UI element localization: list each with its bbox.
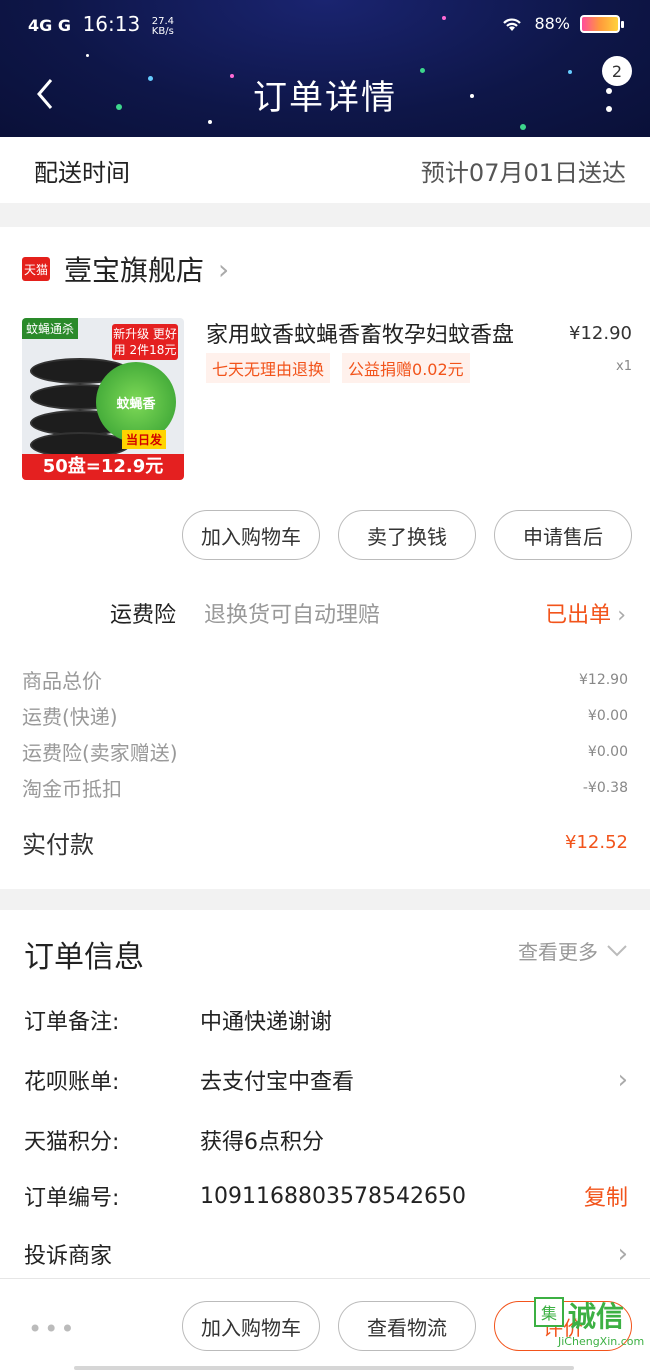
insurance-label: 运费险 bbox=[110, 603, 177, 628]
info-label: 天猫积分: bbox=[24, 1130, 120, 1155]
info-label: 订单编号: bbox=[24, 1186, 120, 1211]
status-bar-left: 4G G 16:13 27.4 KB/s bbox=[28, 12, 174, 37]
product-image-label: 蚊蝇通杀 bbox=[22, 318, 79, 339]
return-policy-tag: 七天无理由退换 bbox=[206, 353, 331, 383]
resell-button[interactable]: 卖了换钱 bbox=[338, 510, 476, 560]
delivery-time-row: 配送时间 预计07月01日送达 bbox=[0, 137, 650, 203]
huabei-bill-row[interactable]: 花呗账单: 去支付宝中查看 › bbox=[24, 1060, 628, 1100]
insurance-status-text: 已出单 bbox=[545, 603, 612, 628]
copy-button[interactable]: 复制 bbox=[584, 1180, 628, 1212]
cost-value: ¥12.90 bbox=[579, 671, 628, 688]
order-info-section: 订单信息 查看更多 订单备注: 中通快递谢谢 花呗账单: 去支付宝中查看 › 天… bbox=[0, 910, 650, 1278]
order-number: 1091168803578542650 bbox=[200, 1183, 466, 1209]
charity-tag: 公益捐赠0.02元 bbox=[342, 353, 470, 383]
home-indicator bbox=[74, 1366, 574, 1370]
complain-seller-row[interactable]: 投诉商家 › bbox=[24, 1234, 628, 1274]
info-label: 花呗账单: bbox=[24, 1070, 120, 1095]
cost-row-insurance: 运费险(卖家赠送) ¥0.00 bbox=[22, 737, 628, 766]
watermark-text: 诚信 bbox=[568, 1300, 625, 1333]
shipping-insurance-row[interactable]: 运费险 退换货可自动理赔 已出单 › bbox=[0, 597, 650, 633]
total-label: 实付款 bbox=[22, 831, 94, 859]
carrier-indicator: G bbox=[57, 16, 71, 35]
cost-value: ¥0.00 bbox=[587, 743, 628, 760]
cost-label: 运费险(卖家赠送) bbox=[22, 741, 178, 765]
status-bar-right: 88% bbox=[500, 14, 624, 33]
order-note-row: 订单备注: 中通快递谢谢 bbox=[24, 1000, 628, 1040]
info-label: 投诉商家 bbox=[24, 1244, 113, 1269]
chevron-right-icon: › bbox=[617, 1065, 628, 1095]
page-title: 订单详情 bbox=[253, 78, 397, 118]
product-quantity: x1 bbox=[616, 359, 632, 374]
star-decoration bbox=[520, 124, 526, 130]
star-decoration bbox=[442, 16, 446, 20]
cost-value: -¥0.38 bbox=[582, 779, 628, 796]
cost-label: 运费(快递) bbox=[22, 705, 118, 729]
network-indicator: 4G bbox=[28, 16, 53, 35]
info-value: 获得6点积分 bbox=[200, 1130, 324, 1155]
delivery-label: 配送时间 bbox=[34, 158, 130, 187]
more-menu-button[interactable] bbox=[604, 88, 614, 112]
cost-label: 商品总价 bbox=[22, 669, 102, 693]
tmall-points-row: 天猫积分: 获得6点积分 bbox=[24, 1120, 628, 1160]
notification-badge[interactable]: 2 bbox=[602, 56, 632, 86]
tmall-logo: 天猫 bbox=[22, 257, 50, 281]
dot-icon bbox=[606, 88, 612, 94]
net-speed: 27.4 KB/s bbox=[151, 16, 174, 37]
view-more-button[interactable]: 查看更多 bbox=[518, 936, 628, 965]
order-card: 天猫 壹宝旗舰店 › 蚊蝇通杀 新升级 更好用 2件18元 蚊蝇香 当日发 50… bbox=[0, 227, 650, 889]
cost-label: 淘金币抵扣 bbox=[22, 777, 122, 801]
watermark-logo: 集 bbox=[534, 1297, 564, 1327]
watermark: 集 诚信 JiChengXin.com bbox=[534, 1295, 645, 1355]
product-image-banner: 50盘=12.9元 bbox=[22, 454, 184, 480]
order-number-row: 订单编号: 1091168803578542650 复制 bbox=[24, 1176, 628, 1216]
chevron-right-icon: › bbox=[218, 252, 230, 286]
chevron-right-icon: › bbox=[617, 603, 626, 628]
dot-icon bbox=[606, 106, 612, 112]
bottom-add-to-cart-button[interactable]: 加入购物车 bbox=[182, 1301, 320, 1351]
clock: 16:13 bbox=[82, 12, 141, 36]
product-price: ¥12.90 bbox=[569, 323, 632, 344]
view-logistics-button[interactable]: 查看物流 bbox=[338, 1301, 476, 1351]
info-value: 去支付宝中查看 bbox=[200, 1070, 355, 1095]
add-to-cart-button[interactable]: 加入购物车 bbox=[182, 510, 320, 560]
product-tags: 七天无理由退换 公益捐赠0.02元 bbox=[206, 353, 470, 383]
product-title[interactable]: 家用蚊香蚊蝇香畜牧孕妇蚊香盘 bbox=[206, 317, 536, 349]
total-value: ¥12.52 bbox=[565, 832, 628, 853]
total-paid-row: 实付款 ¥12.52 bbox=[22, 825, 628, 860]
insurance-desc: 退换货可自动理赔 bbox=[204, 603, 381, 628]
cost-row-subtotal: 商品总价 ¥12.90 bbox=[22, 665, 628, 694]
shop-link[interactable]: 天猫 壹宝旗舰店 › bbox=[22, 249, 229, 289]
insurance-status[interactable]: 已出单 › bbox=[545, 597, 626, 629]
chevron-right-icon: › bbox=[617, 1239, 628, 1269]
product-image[interactable]: 蚊蝇通杀 新升级 更好用 2件18元 蚊蝇香 当日发 50盘=12.9元 bbox=[22, 318, 184, 480]
header-bar: 4G G 16:13 27.4 KB/s 88% 订单详情 2 bbox=[0, 0, 650, 137]
wifi-icon bbox=[503, 18, 522, 31]
net-speed-unit: KB/s bbox=[151, 25, 174, 37]
delivery-estimate: 预计07月01日送达 bbox=[420, 158, 626, 187]
info-value: 中通快递谢谢 bbox=[200, 1010, 333, 1035]
battery-icon bbox=[580, 14, 624, 33]
order-info-title: 订单信息 bbox=[24, 940, 144, 975]
after-sale-button[interactable]: 申请售后 bbox=[494, 510, 632, 560]
product-image-today: 当日发 bbox=[121, 430, 166, 449]
product-image-promo: 新升级 更好用 2件18元 bbox=[112, 324, 178, 360]
view-more-label: 查看更多 bbox=[518, 940, 598, 964]
bottom-action-bar: ••• 加入购物车 查看物流 评价 集 诚信 JiChengXin.com bbox=[0, 1278, 650, 1372]
star-decoration bbox=[208, 120, 212, 124]
cost-value: ¥0.00 bbox=[587, 707, 628, 724]
shop-name: 壹宝旗舰店 bbox=[64, 254, 205, 287]
more-actions-button[interactable]: ••• bbox=[28, 1315, 76, 1343]
watermark-url: JiChengXin.com bbox=[558, 1335, 645, 1348]
chevron-down-icon bbox=[607, 944, 627, 956]
star-decoration bbox=[86, 54, 89, 57]
cost-row-coins: 淘金币抵扣 -¥0.38 bbox=[22, 773, 628, 802]
info-label: 订单备注: bbox=[24, 1010, 120, 1035]
battery-percent: 88% bbox=[534, 14, 570, 33]
cost-row-shipping: 运费(快递) ¥0.00 bbox=[22, 701, 628, 730]
